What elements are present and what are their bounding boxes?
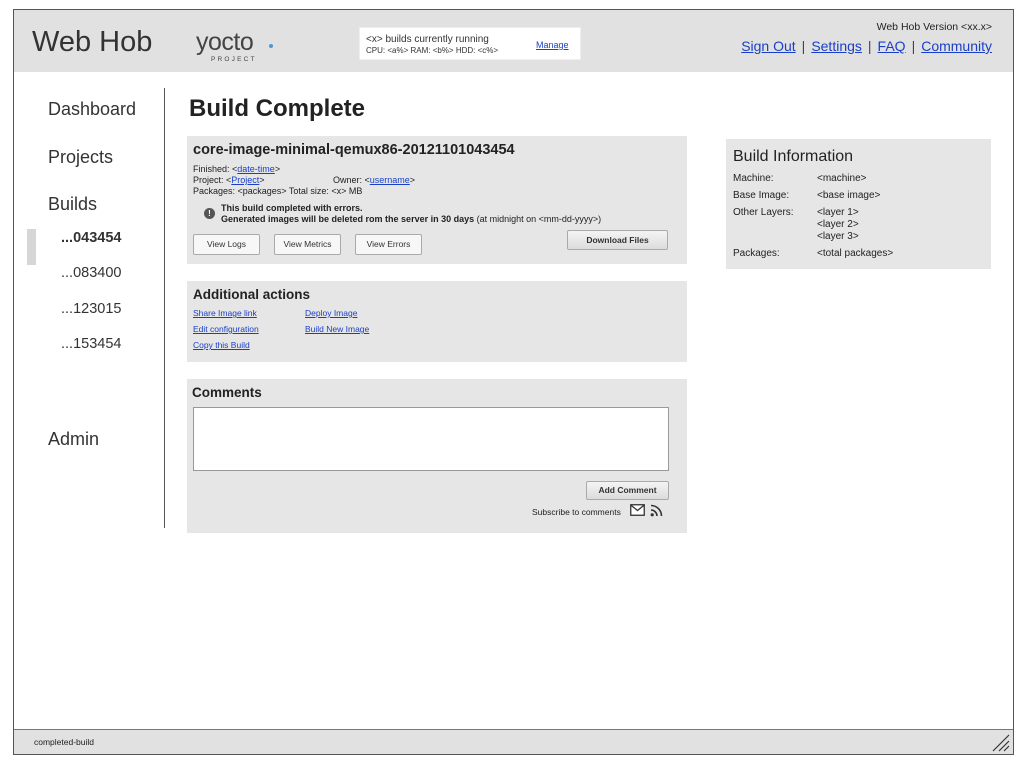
view-metrics-button[interactable]: View Metrics: [274, 234, 341, 255]
builds-running-text: <x> builds currently running: [366, 34, 489, 45]
other-layers-label: Other Layers:: [733, 207, 794, 218]
machine-label: Machine:: [733, 173, 774, 184]
mail-icon[interactable]: [630, 504, 645, 516]
resource-stats: CPU: <a%> RAM: <b%> HDD: <c%>: [366, 46, 499, 55]
status-footer: completed-build: [14, 729, 1013, 754]
sidebar-build-item[interactable]: ...043454: [61, 230, 121, 246]
comment-input[interactable]: [193, 407, 669, 471]
machine-value: <machine>: [817, 173, 867, 184]
logo-dot-icon: [269, 44, 273, 48]
faq-link[interactable]: FAQ: [878, 38, 906, 54]
deletion-notice-date: (at midnight on <mm-dd-yyyy>): [474, 214, 602, 224]
owner-tail: >: [409, 175, 416, 185]
build-information-panel: Build Information Machine: <machine> Bas…: [726, 139, 991, 269]
app-title[interactable]: Web Hob: [32, 26, 152, 59]
finished-line: Finished: <date-time>: [193, 164, 280, 174]
link-separator: |: [867, 38, 872, 54]
page-id-label: completed-build: [34, 737, 95, 747]
page-title: Build Complete: [189, 95, 366, 122]
share-image-link[interactable]: Share Image link: [193, 308, 257, 318]
sidebar-build-item[interactable]: ...123015: [61, 301, 121, 317]
link-separator: |: [801, 38, 806, 54]
deploy-image-link[interactable]: Deploy Image: [305, 308, 357, 318]
top-links: Sign Out | Settings | FAQ | Community: [741, 38, 992, 54]
sidebar-divider: [164, 88, 165, 528]
app-window: Web Hob yocto PROJECT <x> builds current…: [13, 9, 1014, 755]
comments-panel: Comments Add Comment Subscribe to commen…: [187, 379, 687, 533]
layer-item: <layer 2>: [817, 219, 859, 230]
copy-build-link[interactable]: Copy this Build: [193, 340, 250, 350]
link-separator: |: [911, 38, 916, 54]
logo-text: yocto: [196, 28, 254, 56]
sidebar-item-admin[interactable]: Admin: [48, 429, 99, 450]
sidebar-item-dashboard[interactable]: Dashboard: [48, 99, 136, 120]
view-errors-button[interactable]: View Errors: [355, 234, 422, 255]
warning-message: This build completed with errors.: [221, 203, 363, 213]
deletion-notice: Generated images will be deleted rom the…: [221, 214, 601, 224]
username-link[interactable]: username: [370, 175, 410, 185]
build-status-box: <x> builds currently running CPU: <a%> R…: [359, 27, 581, 60]
packages-line: Packages: <packages> Total size: <x> MB: [193, 186, 363, 196]
download-files-button[interactable]: Download Files: [567, 230, 668, 250]
subscribe-text: Subscribe to comments: [532, 507, 621, 517]
owner-line: Owner: <username>: [333, 175, 415, 185]
finished-label: Finished: <: [193, 164, 238, 174]
project-link[interactable]: Project: [231, 175, 259, 185]
warning-icon: !: [204, 208, 215, 219]
project-label: Project: <: [193, 175, 232, 185]
community-link[interactable]: Community: [921, 38, 992, 54]
project-line: Project: <Project>: [193, 175, 265, 185]
deletion-notice-bold: Generated images will be deleted rom the…: [221, 214, 475, 224]
base-image-label: Base Image:: [733, 190, 790, 201]
build-summary-panel: core-image-minimal-qemux86-2012110104345…: [187, 136, 687, 264]
view-logs-button[interactable]: View Logs: [193, 234, 260, 255]
layer-item: <layer 1>: [817, 207, 859, 218]
header-bar: Web Hob yocto PROJECT <x> builds current…: [14, 10, 1013, 72]
rss-icon[interactable]: [650, 504, 663, 517]
logo-subtext: PROJECT: [211, 56, 257, 63]
manage-link[interactable]: Manage: [536, 40, 569, 50]
sidebar-build-item[interactable]: ...083400: [61, 265, 121, 281]
additional-actions-title: Additional actions: [193, 287, 311, 302]
additional-actions-panel: Additional actions Share Image link Edit…: [187, 281, 687, 362]
base-image-value: <base image>: [817, 190, 881, 201]
edit-configuration-link[interactable]: Edit configuration: [193, 324, 259, 334]
packages-label: Packages:: [733, 248, 780, 259]
version-text: Web Hob Version <xx.x>: [876, 21, 992, 33]
owner-label: Owner: <: [333, 175, 370, 185]
date-time-link[interactable]: date-time: [237, 164, 275, 174]
sidebar-build-item[interactable]: ...153454: [61, 336, 121, 352]
build-new-image-link[interactable]: Build New Image: [305, 324, 369, 334]
build-information-title: Build Information: [733, 148, 854, 165]
resize-grip-icon[interactable]: [989, 731, 1011, 753]
active-item-marker: [27, 229, 36, 265]
settings-link[interactable]: Settings: [811, 38, 862, 54]
sidebar: Dashboard Projects Builds ...043454 ...0…: [14, 72, 166, 532]
build-name: core-image-minimal-qemux86-2012110104345…: [193, 142, 515, 158]
sign-out-link[interactable]: Sign Out: [741, 38, 795, 54]
sidebar-item-builds[interactable]: Builds: [48, 194, 97, 215]
project-tail: >: [259, 175, 265, 185]
layer-item: <layer 3>: [817, 231, 859, 242]
yocto-logo[interactable]: yocto PROJECT: [196, 28, 286, 64]
comments-title: Comments: [192, 385, 262, 400]
add-comment-button[interactable]: Add Comment: [586, 481, 669, 500]
packages-value: <total packages>: [817, 248, 894, 259]
finished-tail: >: [274, 164, 281, 174]
sidebar-item-projects[interactable]: Projects: [48, 147, 113, 168]
